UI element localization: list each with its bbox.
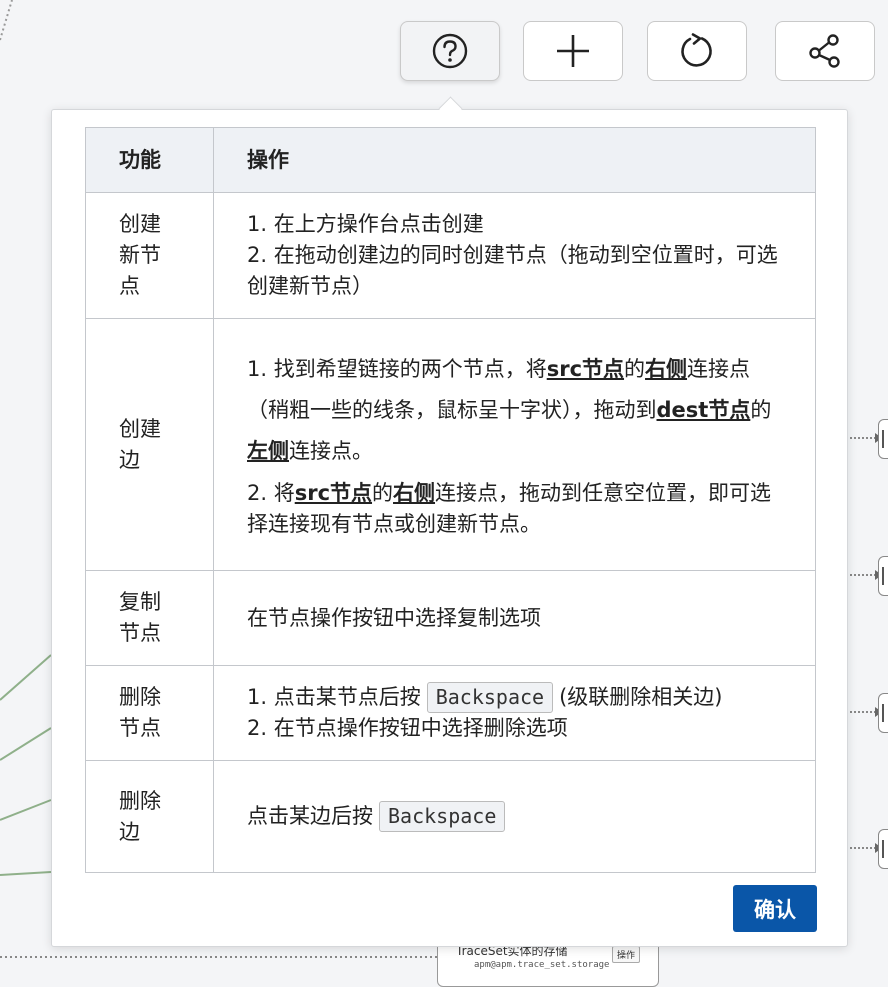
edge-arrow (850, 570, 882, 580)
edge-line (0, 871, 52, 876)
emphasis-text: 右侧 (645, 357, 688, 381)
table-row: 删除节点 1. 点击某节点后按 Backspace (级联删除相关边) 2. 在节点… (85, 665, 816, 761)
operation-text: 点击某边后按 (247, 804, 373, 828)
node-stub[interactable] (878, 829, 888, 869)
table-row: 复制节点 在节点操作按钮中选择复制选项 (85, 570, 816, 666)
function-cell: 创建边 (85, 318, 214, 571)
operation-line: 1. 点击某节点后按 Backspace (级联删除相关边) (247, 682, 785, 713)
function-label: 删除节点 (119, 685, 161, 740)
operation-text: 的 (624, 357, 646, 381)
operation-text: 在节点操作按钮中选择复制选项 (247, 605, 541, 630)
operation-cell: 点击某边后按 Backspace (213, 760, 816, 873)
confirm-button[interactable]: 确认 (733, 885, 817, 932)
node-stub[interactable] (878, 419, 888, 459)
emphasis-text: 左侧 (247, 439, 289, 463)
operation-text: 的 (372, 481, 394, 505)
operation-text: 连接点。 (289, 439, 373, 463)
table-header-row: 功能 操作 (85, 127, 816, 193)
table-row: 创建新节点 1. 在上方操作台点击创建 2. 在拖动创建边的同时创建节点（拖动到… (85, 192, 816, 319)
operation-paragraph: 1. 找到希望链接的两个节点，将src节点的右侧连接点（稍粗一些的线条，鼠标呈十… (247, 349, 785, 472)
add-button[interactable] (523, 21, 623, 81)
plus-icon (557, 35, 589, 67)
operation-text: 2. 在节点操作按钮中选择删除选项 (247, 716, 568, 740)
help-circle-icon (432, 33, 468, 69)
table-row: 创建边 1. 找到希望链接的两个节点，将src节点的右侧连接点（稍粗一些的线条，… (85, 318, 816, 571)
refresh-button[interactable] (647, 21, 747, 81)
storage-node-tag[interactable]: 操作 (612, 946, 641, 963)
refresh-icon (681, 33, 712, 67)
operation-cell: 在节点操作按钮中选择复制选项 (213, 570, 816, 666)
share-button[interactable] (775, 21, 875, 81)
function-label: 复制节点 (119, 590, 161, 645)
edge-line (0, 727, 52, 761)
column-header-operation: 操作 (213, 127, 816, 193)
column-header-function: 功能 (85, 127, 214, 193)
storage-node-subtitle: apm@apm.trace_set.storage (474, 960, 610, 970)
edge-arrow (850, 843, 882, 853)
function-label: 创建边 (119, 416, 161, 472)
function-label: 删除边 (119, 788, 161, 844)
emphasis-text: src节点 (546, 357, 625, 381)
emphasis-text: src节点 (294, 481, 373, 505)
table-row: 删除边 点击某边后按 Backspace (85, 760, 816, 873)
help-popover: 功能 操作 创建新节点 1. 在上方操作台点击创建 2. 在拖动创建边的同时创建… (51, 109, 848, 947)
operation-text: 2. 在拖动创建边的同时创建节点（拖动到空位置时，可选创建新节点） (247, 243, 778, 298)
operation-cell: 1. 找到希望链接的两个节点，将src节点的右侧连接点（稍粗一些的线条，鼠标呈十… (213, 318, 816, 571)
node-stub[interactable] (878, 693, 888, 733)
edge-line (0, 799, 52, 821)
help-table: 功能 操作 创建新节点 1. 在上方操作台点击创建 2. 在拖动创建边的同时创建… (85, 127, 816, 873)
edge-arrow (850, 707, 882, 717)
edge-arrow (850, 433, 882, 443)
help-button[interactable] (400, 21, 500, 81)
function-cell: 复制节点 (85, 570, 214, 666)
operation-text: 1. 找到希望链接的两个节点，将 (247, 357, 547, 381)
operation-text: 2. 将 (247, 481, 295, 505)
operation-text: 的 (750, 398, 772, 422)
function-cell: 创建新节点 (85, 192, 214, 319)
operation-text: 1. 在上方操作台点击创建 (247, 212, 484, 236)
backspace-key: Backspace (379, 801, 506, 832)
operation-cell: 1. 点击某节点后按 Backspace (级联删除相关边) 2. 在节点操作按钮中… (213, 665, 816, 761)
function-label: 创建新节点 (119, 212, 161, 298)
operation-paragraph: 2. 将src节点的右侧连接点，拖动到任意空位置，即可选择连接现有节点或创建新节… (247, 478, 785, 540)
function-cell: 删除边 (85, 760, 214, 873)
emphasis-text: dest节点 (656, 398, 751, 422)
node-stub[interactable] (878, 556, 888, 596)
edge-line (0, 0, 13, 41)
edge-line (0, 654, 52, 701)
operation-cell: 1. 在上方操作台点击创建 2. 在拖动创建边的同时创建节点（拖动到空位置时，可… (213, 192, 816, 319)
function-cell: 删除节点 (85, 665, 214, 761)
operation-text: 1. 点击某节点后按 (247, 685, 421, 709)
backspace-key: Backspace (426, 682, 554, 713)
operation-text: (级联删除相关边) (559, 685, 723, 709)
share-icon (809, 34, 840, 68)
emphasis-text: 右侧 (393, 481, 436, 505)
